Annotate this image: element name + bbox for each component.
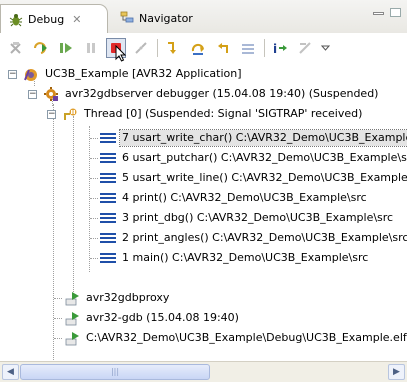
suspend-icon[interactable] (56, 38, 76, 58)
stack-frame-row[interactable]: 6 usart_putchar() C:\AVR32_Demo\UC3B_Exa… (100, 148, 407, 168)
tree-line (73, 116, 74, 294)
debug-target-icon (43, 86, 59, 102)
tree-line (90, 158, 98, 159)
stack-frame-icon (100, 190, 116, 206)
stack-frame-row[interactable]: 2 print_angles() C:\AVR32_Demo\UC3B_Exam… (100, 228, 407, 248)
pause-icon[interactable] (81, 38, 101, 58)
step-over-icon[interactable] (188, 38, 208, 58)
stack-frame-icon (100, 130, 116, 146)
drop-to-frame-icon[interactable] (238, 38, 258, 58)
stack-frame-icon (100, 150, 116, 166)
tree-item-launch[interactable]: − UC3B_Example [AVR32 Application] (8, 64, 244, 84)
tree-item-label: UC3B_Example [AVR32 Application] (45, 67, 242, 80)
step-into-icon[interactable] (163, 38, 183, 58)
process-icon (64, 310, 80, 326)
stack-frame-row[interactable]: 4 print() C:\AVR32_Demo\UC3B_Example\src (100, 188, 369, 208)
stack-frame-row[interactable]: 7 usart_write_char() C:\AVR32_Demo\UC3B_… (100, 128, 407, 148)
debug-bug-icon (9, 13, 23, 27)
tree-line (54, 338, 62, 339)
close-icon[interactable]: ✕ (72, 13, 81, 26)
tree-item-process[interactable]: C:\AVR32_Demo\UC3B_Example\Debug\UC3B_Ex… (64, 328, 407, 348)
scroll-left-icon[interactable]: ◀ (2, 364, 19, 380)
tree-item-label: avr32gdbproxy (86, 291, 170, 304)
scrollbar-thumb[interactable]: ||| (20, 364, 210, 380)
terminate-button[interactable] (106, 38, 127, 62)
svg-text:i: i (273, 42, 277, 56)
tree-line (90, 178, 98, 179)
toolbar-separator (264, 39, 265, 57)
instruction-step-icon[interactable]: i (270, 38, 290, 58)
window-controls (373, 8, 401, 17)
tree-item-process[interactable]: avr32gdbproxy (64, 288, 171, 308)
use-step-filters-icon[interactable] (295, 38, 315, 58)
disconnect-icon[interactable] (131, 38, 151, 58)
tree-item-label: C:\AVR32_Demo\UC3B_Example\Debug\UC3B_Ex… (86, 331, 407, 344)
stack-frame-label: 6 usart_putchar() C:\AVR32_Demo\UC3B_Exa… (122, 151, 407, 164)
stack-frame-icon (100, 230, 116, 246)
stack-frame-icon (100, 170, 116, 186)
tree-item-debug-target[interactable]: − avr32gdbserver debugger (15.04.08 19:4… (28, 84, 380, 104)
process-icon (64, 290, 80, 306)
stack-frame-label: 7 usart_write_char() C:\AVR32_Demo\UC3B_… (118, 129, 407, 147)
tree-line (54, 318, 62, 319)
stack-frame-label: 2 print_angles() C:\AVR32_Demo\UC3B_Exam… (122, 231, 407, 244)
thread-icon (62, 106, 78, 122)
tree-item-label: Thread [0] (Suspended: Signal 'SIGTRAP' … (84, 107, 363, 120)
stack-frame-label: 3 print_dbg() C:\AVR32_Demo\UC3B_Example… (122, 211, 394, 224)
stack-frame-label: 1 main() C:\AVR32_Demo\UC3B_Example\src (122, 251, 369, 264)
collapse-icon[interactable]: − (8, 69, 17, 79)
tab-navigator-label: Navigator (139, 11, 193, 25)
stack-frame-row[interactable]: 1 main() C:\AVR32_Demo\UC3B_Example\src (100, 248, 370, 268)
stack-frame-icon (100, 210, 116, 226)
debug-toolbar: i (0, 33, 407, 63)
tab-debug[interactable]: Debug ✕ (0, 4, 108, 34)
tree-line (90, 198, 98, 199)
tree-line (90, 238, 98, 239)
tree-line (54, 298, 62, 299)
stack-frame-label: 5 usart_write_line() C:\AVR32_Demo\UC3B_… (122, 171, 407, 184)
toolbar-separator (157, 39, 158, 57)
process-icon (64, 330, 80, 346)
debug-tree: − UC3B_Example [AVR32 Application] − avr… (0, 64, 407, 360)
horizontal-scrollbar[interactable]: ◀ ||| ▶ (0, 361, 407, 382)
navigator-icon (120, 11, 134, 25)
tab-debug-label: Debug (28, 13, 65, 26)
tree-line (90, 138, 98, 139)
view-tab-bar: Debug ✕ Navigator (0, 0, 407, 34)
remove-terminated-icon[interactable] (6, 38, 26, 58)
resume-icon[interactable] (31, 38, 51, 58)
minimize-icon[interactable] (373, 12, 384, 15)
collapse-icon[interactable]: − (28, 89, 37, 99)
launch-icon (23, 66, 39, 82)
tree-line (90, 218, 98, 219)
stack-frame-row[interactable]: 5 usart_write_line() C:\AVR32_Demo\UC3B_… (100, 168, 407, 188)
collapse-icon[interactable]: − (47, 109, 56, 119)
step-return-icon[interactable] (213, 38, 233, 58)
tree-line (90, 258, 98, 259)
mouse-cursor-icon (115, 45, 127, 62)
tree-item-thread[interactable]: − Thread [0] (Suspended: Signal 'SIGTRAP… (47, 104, 364, 124)
maximize-icon[interactable] (390, 8, 401, 17)
stack-frame-label: 4 print() C:\AVR32_Demo\UC3B_Example\src (122, 191, 367, 204)
tree-item-process[interactable]: avr32-gdb (15.04.08 19:40) (64, 308, 241, 328)
stack-frame-icon (100, 250, 116, 266)
tab-navigator[interactable]: Navigator (112, 4, 230, 32)
view-menu-icon[interactable] (320, 38, 330, 58)
scroll-right-icon[interactable]: ▶ (388, 364, 405, 380)
tree-line (89, 126, 90, 272)
tree-item-label: avr32gdbserver debugger (15.04.08 19:40)… (65, 87, 379, 100)
tree-item-label: avr32-gdb (15.04.08 19:40) (86, 311, 239, 324)
stack-frame-row[interactable]: 3 print_dbg() C:\AVR32_Demo\UC3B_Example… (100, 208, 395, 228)
tree-line (53, 104, 54, 360)
